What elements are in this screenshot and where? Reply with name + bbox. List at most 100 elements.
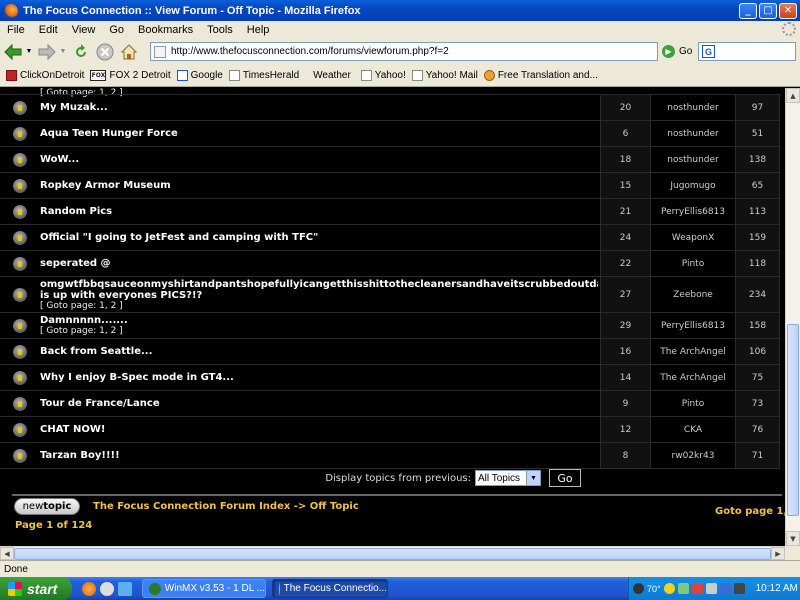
topic-title[interactable]: Back from Seattle... bbox=[40, 346, 598, 357]
topic-title[interactable]: Aqua Teen Hunger Force bbox=[40, 128, 598, 139]
chevron-down-icon: ▼ bbox=[526, 471, 540, 485]
topic-author[interactable]: Jugomugo bbox=[651, 173, 735, 198]
topic-title[interactable]: Ropkey Armor Museum bbox=[40, 180, 598, 191]
topic-title[interactable]: Why I enjoy B-Spec mode in GT4... bbox=[40, 372, 598, 383]
topic-views: 106 bbox=[735, 339, 780, 364]
topic-title[interactable]: My Muzak... bbox=[40, 102, 598, 113]
bookmark-yahoo[interactable]: Yahoo! bbox=[360, 70, 406, 81]
topic-views: 51 bbox=[735, 121, 780, 146]
topic-replies: 18 bbox=[600, 147, 651, 172]
topic-views: 97 bbox=[735, 95, 780, 120]
topic-title[interactable]: Damnnnnn....... bbox=[40, 315, 598, 326]
topic-author[interactable]: The ArchAngel bbox=[651, 365, 735, 390]
menu-view[interactable]: View bbox=[65, 24, 103, 36]
maximize-button[interactable]: □ bbox=[759, 2, 777, 19]
horizontal-scrollbar[interactable]: ◀ ▶ bbox=[0, 546, 785, 560]
clock[interactable]: 10:12 AM bbox=[756, 583, 798, 594]
breadcrumb[interactable]: The Focus Connection Forum Index -> Off … bbox=[93, 501, 359, 512]
scroll-left-icon[interactable]: ◀ bbox=[0, 547, 14, 560]
menu-tools[interactable]: Tools bbox=[200, 24, 240, 36]
topic-author[interactable]: Pinto bbox=[651, 251, 735, 276]
topic-title[interactable]: CHAT NOW! bbox=[40, 424, 598, 435]
bookmark-google[interactable]: Google bbox=[176, 70, 223, 81]
display-topics-label: Display topics from previous: bbox=[325, 472, 471, 484]
topic-author[interactable]: nosthunder bbox=[651, 147, 735, 172]
menu-file[interactable]: File bbox=[0, 24, 32, 36]
scroll-thumb[interactable] bbox=[787, 324, 799, 516]
topic-title[interactable]: seperated @ bbox=[40, 258, 598, 269]
topic-row: Random Pics 21 PerryEllis6813 113 bbox=[0, 199, 785, 224]
browser-quicklaunch-icon[interactable] bbox=[118, 581, 132, 596]
firefox-quicklaunch-icon[interactable] bbox=[82, 581, 96, 596]
menu-edit[interactable]: Edit bbox=[32, 24, 65, 36]
topic-author[interactable]: PerryEllis6813 bbox=[651, 313, 735, 338]
goto-page-links[interactable]: Goto page 1, 2 bbox=[715, 506, 785, 517]
tray-app-icon[interactable] bbox=[719, 583, 731, 594]
home-button[interactable] bbox=[118, 41, 140, 63]
topic-author[interactable]: rw02kr43 bbox=[651, 443, 735, 468]
start-button[interactable]: start bbox=[0, 577, 72, 600]
bookmark-free-translation[interactable]: Free Translation and... bbox=[483, 70, 598, 81]
topic-folder-icon bbox=[13, 344, 27, 359]
bookmark-clickondetroit[interactable]: ClickOnDetroit bbox=[6, 70, 84, 81]
volume-icon[interactable] bbox=[705, 583, 717, 594]
search-box[interactable]: G bbox=[698, 42, 796, 61]
topic-goto-page[interactable]: [ Goto page: 1, 2 ] bbox=[40, 301, 598, 311]
taskbar-task-winmx[interactable]: WinMX v3.53 - 1 DL ... bbox=[142, 579, 266, 598]
topic-replies: 14 bbox=[600, 365, 651, 390]
minimize-button[interactable]: _ bbox=[739, 2, 757, 19]
scroll-up-icon[interactable]: ▲ bbox=[786, 88, 800, 103]
media-player-icon[interactable] bbox=[100, 581, 114, 596]
bookmark-yahoo-mail[interactable]: Yahoo! Mail bbox=[411, 70, 478, 81]
close-button[interactable]: ✕ bbox=[779, 2, 797, 19]
topic-author[interactable]: nosthunder bbox=[651, 121, 735, 146]
forward-history-dropdown[interactable]: ▼ bbox=[58, 41, 68, 63]
stop-button[interactable] bbox=[94, 41, 116, 63]
bookmark-fox2detroit[interactable]: FOX FOX 2 Detroit bbox=[90, 70, 171, 81]
antivirus-icon[interactable] bbox=[691, 583, 703, 594]
topic-title[interactable]: Tour de France/Lance bbox=[40, 398, 598, 409]
address-bar[interactable]: http://www.thefocusconnection.com/forums… bbox=[150, 42, 658, 61]
topic-author[interactable]: The ArchAngel bbox=[651, 339, 735, 364]
display-topics-select[interactable]: All Topics ▼ bbox=[475, 470, 541, 486]
vertical-scrollbar[interactable]: ▲ ▼ bbox=[785, 88, 800, 546]
topic-title-continued[interactable]: is up with everyones PICS?!? bbox=[40, 290, 598, 301]
topic-title[interactable]: WoW... bbox=[40, 154, 598, 165]
reload-button[interactable] bbox=[70, 41, 92, 63]
go-button[interactable]: ▶ Go bbox=[662, 45, 692, 58]
back-button[interactable] bbox=[2, 41, 24, 63]
bookmark-weather[interactable]: Weather bbox=[313, 70, 351, 81]
title-bar[interactable]: The Focus Connection :: View Forum - Off… bbox=[0, 0, 800, 21]
topic-goto-page[interactable]: [ Goto page: 1, 2 ] bbox=[40, 326, 598, 336]
topic-title[interactable]: Tarzan Boy!!!! bbox=[40, 450, 598, 461]
topic-title[interactable]: omgwtfbbqsauceonmyshirtandpantshopefully… bbox=[40, 279, 598, 290]
weather-icon[interactable] bbox=[633, 583, 644, 594]
tray-app-icon[interactable] bbox=[733, 583, 745, 594]
page-icon bbox=[228, 70, 240, 81]
menu-bookmarks[interactable]: Bookmarks bbox=[131, 24, 200, 36]
new-topic-button[interactable]: new topic bbox=[14, 498, 80, 515]
back-history-dropdown[interactable]: ▼ bbox=[24, 41, 34, 63]
messenger-icon[interactable] bbox=[663, 583, 675, 594]
network-icon[interactable] bbox=[677, 583, 689, 594]
menu-help[interactable]: Help bbox=[240, 24, 277, 36]
taskbar-task-firefox[interactable]: The Focus Connectio... bbox=[272, 579, 388, 598]
forward-button[interactable] bbox=[36, 41, 58, 63]
window-title: The Focus Connection :: View Forum - Off… bbox=[23, 4, 361, 17]
topic-author[interactable]: WeaponX bbox=[651, 225, 735, 250]
topic-title[interactable]: Official "I going to JetFest and camping… bbox=[40, 232, 598, 243]
bookmark-timesherald[interactable]: TimesHerald bbox=[228, 70, 299, 81]
menu-go[interactable]: Go bbox=[102, 24, 131, 36]
scroll-right-icon[interactable]: ▶ bbox=[771, 547, 785, 560]
topic-author[interactable]: nosthunder bbox=[651, 95, 735, 120]
scroll-down-icon[interactable]: ▼ bbox=[786, 531, 800, 546]
topic-title[interactable]: Random Pics bbox=[40, 206, 598, 217]
topic-author[interactable]: CKA bbox=[651, 417, 735, 442]
clickondetroit-icon bbox=[6, 70, 17, 81]
topic-author[interactable]: Pinto bbox=[651, 391, 735, 416]
display-go-button[interactable]: Go bbox=[549, 469, 581, 487]
topic-author[interactable]: Zeebone bbox=[651, 277, 735, 312]
topic-author[interactable]: PerryEllis6813 bbox=[651, 199, 735, 224]
horizontal-scroll-thumb[interactable] bbox=[14, 548, 771, 560]
divider bbox=[12, 494, 782, 496]
